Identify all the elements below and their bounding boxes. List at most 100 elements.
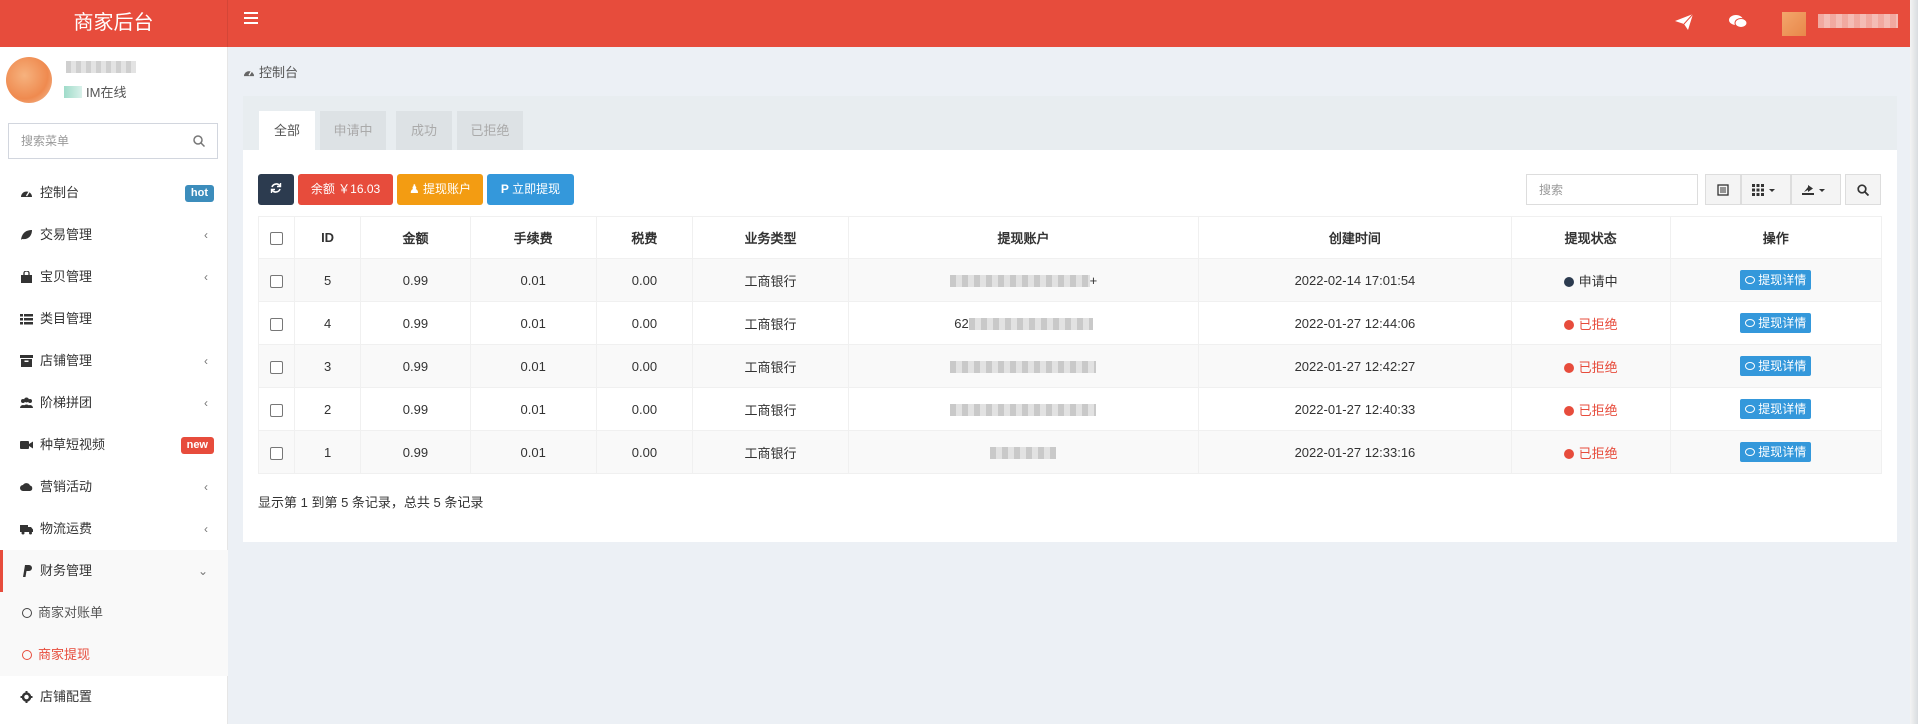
column-header-id[interactable]: ID xyxy=(294,216,362,259)
cell-type: 工商银行 xyxy=(692,258,849,302)
tab-all[interactable]: 全部 xyxy=(259,111,315,150)
refresh-button[interactable] xyxy=(258,174,294,205)
row-checkbox[interactable] xyxy=(269,403,283,417)
sidebar-item-dashboard[interactable]: 控制台 hot xyxy=(0,172,228,214)
sidebar-item-group-buy[interactable]: 阶梯拼团 ‹ xyxy=(0,382,228,424)
redacted-account xyxy=(968,318,1093,331)
balance-button[interactable]: 余额 ￥16.03 xyxy=(298,174,393,205)
sidebar-subitem-withdraw[interactable]: 商家提现 xyxy=(0,634,228,676)
column-header-account[interactable]: 提现账户 xyxy=(848,216,1200,259)
chevron-left-icon: ‹ xyxy=(204,228,208,242)
table-row[interactable]: 4 0.99 0.01 0.00 工商银行 62 2022-01-27 12:4… xyxy=(258,301,1883,345)
sidebar-item-short-video[interactable]: 种草短视频 new xyxy=(0,424,228,466)
dashboard-icon xyxy=(243,71,255,77)
paypal-icon xyxy=(23,565,32,577)
cell-id: 3 xyxy=(294,344,362,388)
withdraw-detail-button[interactable]: 提现详情 xyxy=(1740,313,1812,333)
column-header-created[interactable]: 创建时间 xyxy=(1198,216,1512,259)
tab-pending[interactable]: 申请中 xyxy=(320,111,386,150)
cell-created: 2022-02-14 17:01:54 xyxy=(1198,258,1512,302)
column-header-amount[interactable]: 金额 xyxy=(360,216,471,259)
cell-status: 已拒绝 xyxy=(1511,430,1671,474)
redacted-account xyxy=(950,404,1097,417)
chevron-left-icon: ‹ xyxy=(204,480,208,494)
leaf-icon xyxy=(21,230,32,240)
sidebar-item-shop-config[interactable]: 店铺配置 xyxy=(0,676,228,718)
cloud-icon xyxy=(20,483,33,491)
sidebar-item-marketing[interactable]: 营销活动 ‹ xyxy=(0,466,228,508)
tab-rejected[interactable]: 已拒绝 xyxy=(457,111,523,150)
column-header-tax[interactable]: 税费 xyxy=(596,216,694,259)
withdraw-detail-button[interactable]: 提现详情 xyxy=(1740,270,1812,290)
cell-fee: 0.01 xyxy=(470,387,597,431)
withdraw-detail-button[interactable]: 提现详情 xyxy=(1740,399,1812,419)
cell-id: 2 xyxy=(294,387,362,431)
row-checkbox[interactable] xyxy=(269,360,283,374)
sidebar-item-logistics[interactable]: 物流运费 ‹ xyxy=(0,508,228,550)
chat-bubbles-icon[interactable] xyxy=(1728,13,1748,31)
archive-icon xyxy=(20,355,33,367)
status-dot-icon xyxy=(1563,319,1574,330)
row-checkbox[interactable] xyxy=(269,446,283,460)
sidebar: IM在线 控制台 hot 交易管理 ‹ 宝贝管理 ‹ 类目管理 店铺管理 ‹ xyxy=(0,47,228,724)
breadcrumb[interactable]: 控制台 xyxy=(243,62,298,81)
header-username-redacted[interactable] xyxy=(1818,14,1898,28)
column-header-status[interactable]: 提现状态 xyxy=(1511,216,1671,259)
sidebar-item-trade[interactable]: 交易管理 ‹ xyxy=(0,214,228,256)
table-row[interactable]: 3 0.99 0.01 0.00 工商银行 2022-01-27 12:42:2… xyxy=(258,344,1883,388)
chevron-left-icon: ‹ xyxy=(204,522,208,536)
gear-icon xyxy=(20,691,33,703)
sidebar-item-finance[interactable]: 财务管理 ⌄ xyxy=(0,550,228,592)
cell-action: 提现详情 xyxy=(1670,301,1883,345)
table-search-input[interactable] xyxy=(1527,175,1687,204)
app-logo[interactable]: 商家后台 xyxy=(0,0,228,47)
select-all-checkbox[interactable] xyxy=(269,232,283,246)
cell-action: 提现详情 xyxy=(1670,258,1883,302)
cell-amount: 0.99 xyxy=(360,258,471,302)
export-button[interactable] xyxy=(1791,174,1841,205)
menu-search[interactable] xyxy=(8,123,218,159)
tab-success[interactable]: 成功 xyxy=(396,111,452,150)
users-icon xyxy=(20,397,33,408)
cell-fee: 0.01 xyxy=(470,430,597,474)
search-icon[interactable] xyxy=(193,135,205,147)
toggle-view-button[interactable] xyxy=(1705,174,1741,205)
search-button[interactable] xyxy=(1845,174,1881,205)
window-edge xyxy=(1910,0,1918,724)
columns-toggle-button[interactable] xyxy=(1741,174,1791,205)
column-header-fee[interactable]: 手续费 xyxy=(470,216,597,259)
header-avatar[interactable] xyxy=(1782,12,1806,36)
sidebar-subitem-statement[interactable]: 商家对账单 xyxy=(0,592,228,634)
table-search[interactable] xyxy=(1526,174,1698,205)
withdraw-detail-button[interactable]: 提现详情 xyxy=(1740,442,1812,462)
video-camera-icon xyxy=(20,441,33,449)
sidebar-item-products[interactable]: 宝贝管理 ‹ xyxy=(0,256,228,298)
row-checkbox[interactable] xyxy=(269,317,283,331)
truck-icon xyxy=(20,525,33,535)
cell-action: 提现详情 xyxy=(1670,387,1883,431)
chevron-left-icon: ‹ xyxy=(204,354,208,368)
withdraw-account-button[interactable]: ♟ 提现账户 xyxy=(397,174,483,205)
paper-plane-icon[interactable] xyxy=(1674,13,1694,31)
user-panel: IM在线 xyxy=(0,47,228,113)
table-row[interactable]: 2 0.99 0.01 0.00 工商银行 2022-01-27 12:40:3… xyxy=(258,387,1883,431)
menu-search-input[interactable] xyxy=(9,124,179,158)
status-indicator-icon xyxy=(64,86,82,98)
chevron-left-icon: ‹ xyxy=(204,396,208,410)
top-header: 商家后台 xyxy=(0,0,1918,47)
row-checkbox[interactable] xyxy=(269,274,283,288)
cell-type: 工商银行 xyxy=(692,344,849,388)
column-header-type[interactable]: 业务类型 xyxy=(692,216,849,259)
status-dot-icon xyxy=(1563,276,1574,287)
cell-tax: 0.00 xyxy=(596,430,694,474)
sidebar-item-categories[interactable]: 类目管理 xyxy=(0,298,228,340)
cell-account xyxy=(848,387,1200,431)
cell-type: 工商银行 xyxy=(692,430,849,474)
withdraw-detail-button[interactable]: 提现详情 xyxy=(1740,356,1812,376)
withdraw-now-button[interactable]: P 立即提现 xyxy=(487,174,574,205)
table-row[interactable]: 5 0.99 0.01 0.00 工商银行 + 2022-02-14 17:01… xyxy=(258,258,1883,302)
avatar xyxy=(6,57,52,103)
table-row[interactable]: 1 0.99 0.01 0.00 工商银行 2022-01-27 12:33:1… xyxy=(258,430,1883,474)
hamburger-menu-icon[interactable] xyxy=(244,12,258,26)
sidebar-item-shop[interactable]: 店铺管理 ‹ xyxy=(0,340,228,382)
